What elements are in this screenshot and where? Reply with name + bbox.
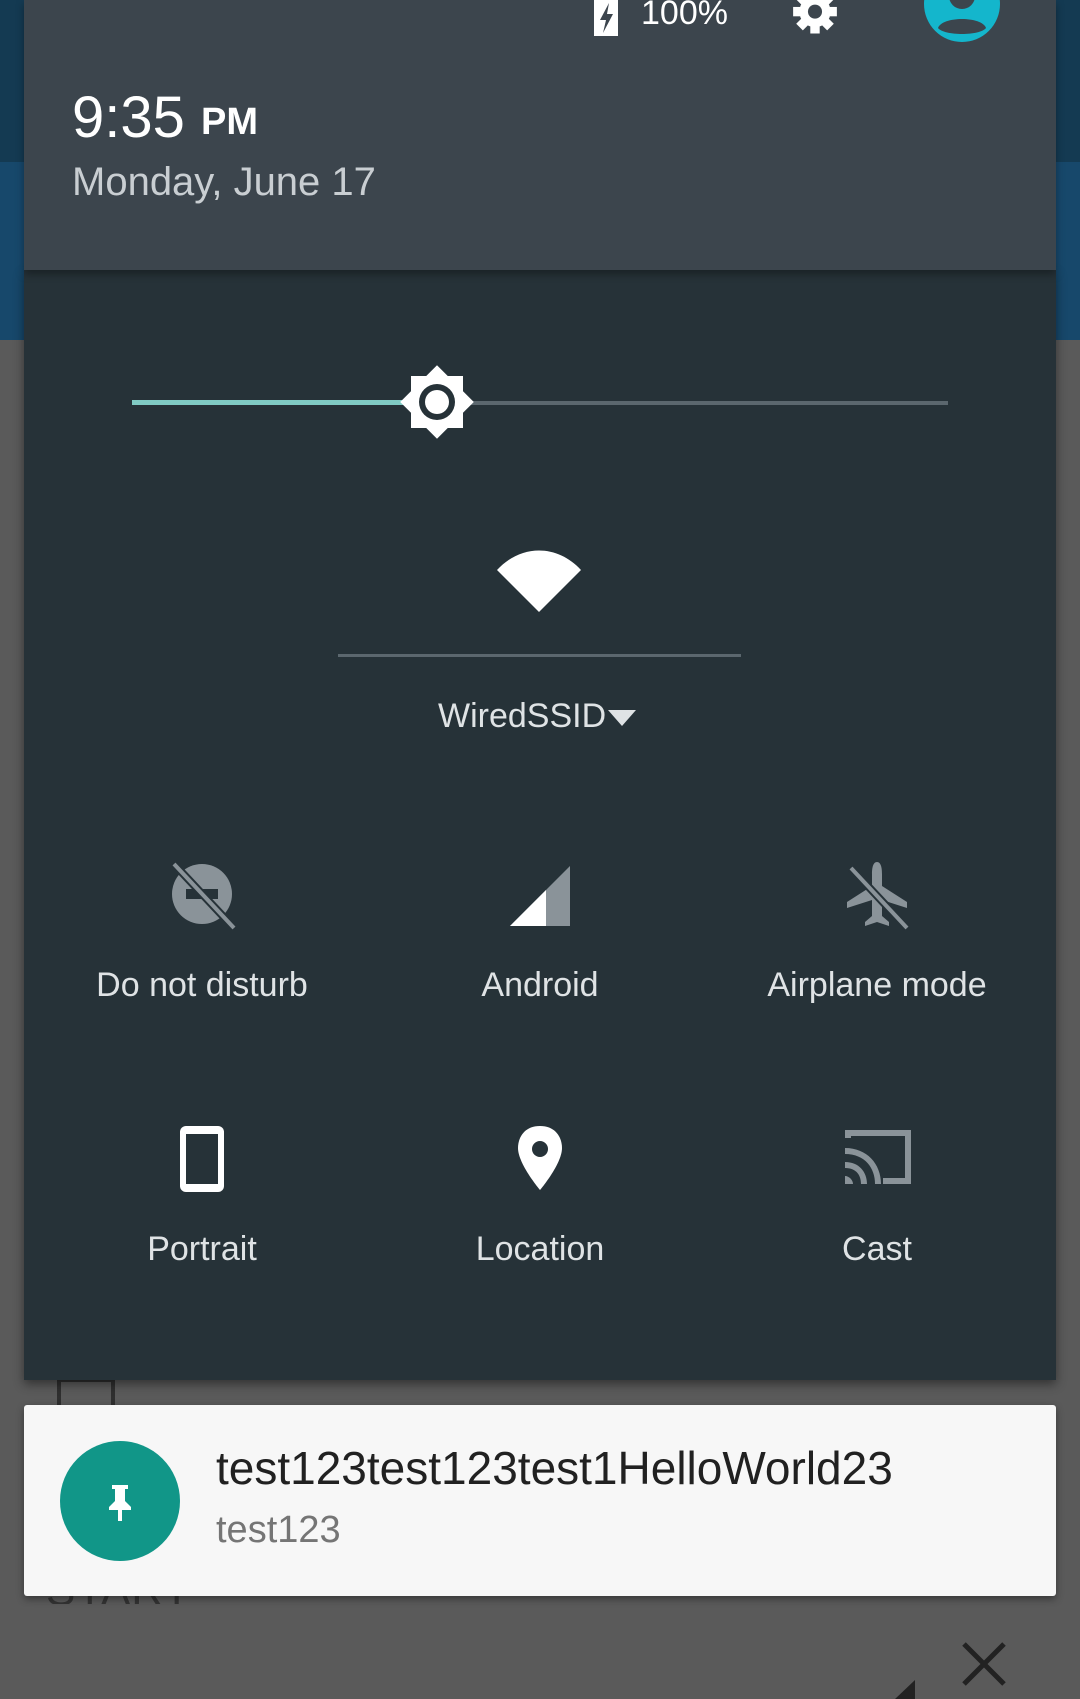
tile-location[interactable]: Location <box>390 1122 690 1302</box>
phone-portrait-icon <box>180 1126 224 1192</box>
cast-icon <box>845 1130 911 1184</box>
battery-charging-icon <box>594 0 618 36</box>
do-not-disturb-off-icon <box>171 861 237 931</box>
brightness-thumb-icon[interactable] <box>397 362 477 442</box>
airplane-off-icon <box>847 862 910 931</box>
quick-settings-header: 100% 9:35 PM Monday, June 17 <box>24 0 1056 270</box>
clock-ampm: PM <box>201 101 258 143</box>
tile-label: Do not disturb <box>96 966 308 1004</box>
tile-rotation[interactable]: Portrait <box>52 1122 352 1302</box>
account-circle-icon[interactable] <box>924 0 1000 50</box>
tile-label: Location <box>475 1230 605 1268</box>
notification-text: test123 <box>216 1509 341 1551</box>
pin-icon <box>109 1485 131 1521</box>
clock-date[interactable]: Monday, June 17 <box>72 160 376 205</box>
notification-card[interactable]: test123test123test1HelloWorld23 test123 <box>24 1405 1056 1596</box>
battery-percentage: 100% <box>641 0 728 32</box>
tile-label: Cast <box>842 1230 912 1268</box>
tile-do-not-disturb[interactable]: Do not disturb <box>52 858 352 1038</box>
notification-app-icon <box>60 1441 180 1561</box>
tile-label: Android <box>481 966 599 1004</box>
notification-title: test123test123test1HelloWorld23 <box>216 1442 893 1494</box>
brightness-slider-fill <box>132 400 426 405</box>
tile-label: Portrait <box>147 1230 257 1268</box>
tile-cast[interactable]: Cast <box>727 1122 1027 1302</box>
close-icon <box>962 1642 1006 1686</box>
wifi-divider <box>338 654 741 657</box>
wifi-ssid-label[interactable]: WiredSSID <box>438 697 606 736</box>
background-corner-icon <box>895 1680 915 1699</box>
clock-time[interactable]: 9:35 <box>72 84 185 151</box>
tile-cellular[interactable]: Android <box>390 858 690 1038</box>
cell-signal-icon <box>510 866 570 926</box>
tile-label: Airplane mode <box>767 966 987 1004</box>
gear-icon[interactable] <box>783 0 847 46</box>
tile-airplane-mode[interactable]: Airplane mode <box>727 858 1027 1038</box>
location-pin-icon <box>518 1126 562 1190</box>
wifi-icon[interactable] <box>497 550 581 614</box>
caret-down-icon[interactable] <box>606 708 638 730</box>
